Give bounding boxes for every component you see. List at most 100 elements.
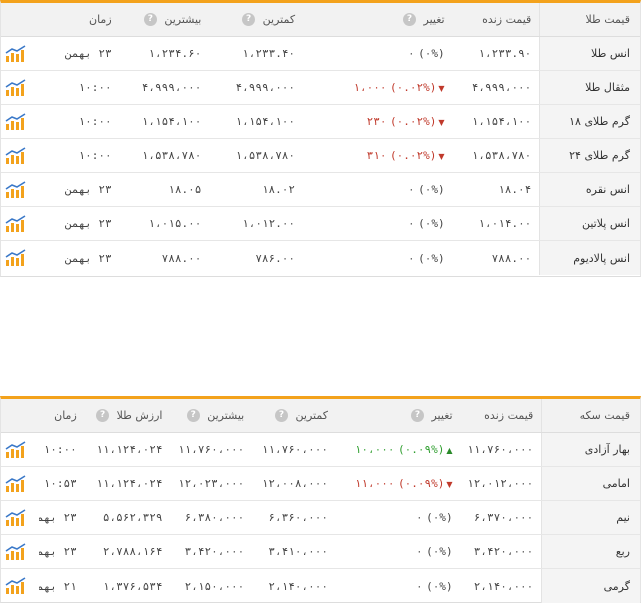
table-row[interactable]: ربع ۳،۴۲۰،۰۰۰ (۰%) ۰ ۳،۴۱۰،۰۰۰ ۳،۴۲۰،۰۰۰ ۲،۷۸… bbox=[1, 535, 640, 569]
bar-chart-icon[interactable] bbox=[1, 214, 39, 233]
change-cell: ▲(۰.۰۹%) ۱۰،۰۰۰ bbox=[336, 443, 461, 456]
change-percent: (۰.۰۲%) bbox=[390, 81, 437, 94]
live-price: ۱۱،۷۶۰،۰۰۰ bbox=[467, 443, 534, 456]
min-price: ۱۸.۰۲ bbox=[261, 183, 296, 196]
bar-chart-icon[interactable] bbox=[1, 44, 39, 63]
bar-chart-icon[interactable] bbox=[1, 112, 39, 131]
change-value: ۰ bbox=[407, 251, 415, 265]
time: ۲۳ بهمن bbox=[65, 251, 112, 265]
change-value: ۰ bbox=[407, 217, 415, 230]
bar-chart-icon[interactable] bbox=[1, 474, 39, 493]
arrow-down-icon: ▼ bbox=[438, 118, 445, 127]
bar-chart-icon[interactable] bbox=[1, 577, 39, 595]
arrow-up-icon: ▲ bbox=[446, 446, 453, 455]
row-name[interactable]: نیم bbox=[541, 501, 640, 534]
change-value: ۲۳۰ bbox=[366, 115, 387, 128]
row-name[interactable]: مثقال طلا bbox=[539, 71, 640, 104]
row-name[interactable]: انس پالادیوم bbox=[539, 241, 640, 275]
change-value: ۰ bbox=[407, 183, 415, 196]
max-price: ۴،۹۹۹،۰۰۰ bbox=[141, 81, 202, 94]
bar-chart-icon[interactable] bbox=[1, 249, 39, 267]
max-price: ۶،۳۸۰،۰۰۰ bbox=[184, 511, 245, 524]
table-row[interactable]: مثقال طلا ۴،۹۹۹،۰۰۰ ▼(۰.۰۲%) ۱،۰۰۰ ۴،۹۹۹،۰۰… bbox=[1, 71, 640, 105]
help-icon[interactable]: ? bbox=[242, 13, 256, 27]
row-name[interactable]: بهار آزادی bbox=[541, 433, 640, 466]
change-value: ۳۱۰ bbox=[366, 149, 387, 162]
time: ۱۰:۰۰ bbox=[78, 81, 112, 94]
time: ۱۰:۵۳ bbox=[43, 477, 77, 490]
bar-chart-icon[interactable] bbox=[1, 146, 39, 165]
row-name[interactable]: گرمی bbox=[541, 569, 640, 603]
table-row[interactable]: انس پالادیوم ۷۸۸.۰۰ (۰%) ۰ ۷۸۶.۰۰ ۷۸۸.۰۰ ۲۳ ب… bbox=[1, 241, 640, 275]
help-icon[interactable]: ? bbox=[143, 13, 157, 27]
bar-chart-icon[interactable] bbox=[1, 508, 39, 527]
help-icon[interactable]: ? bbox=[186, 409, 200, 423]
row-name[interactable]: گرم طلای ۱۸ bbox=[539, 105, 640, 138]
table-row[interactable]: بهار آزادی ۱۱،۷۶۰،۰۰۰ ▲(۰.۰۹%) ۱۰،۰۰۰ ۱۱،۷۶… bbox=[1, 433, 640, 467]
time: ۱۰:۰۰ bbox=[78, 115, 112, 128]
table-row[interactable]: امامی ۱۲،۰۱۲،۰۰۰ ▼(۰.۰۹%) ۱۱،۰۰۰ ۱۲،۰۰۸،۰۰۰… bbox=[1, 467, 640, 501]
min-price: ۱،۰۱۲.۰۰ bbox=[242, 217, 296, 230]
table-row[interactable]: انس پلاتین ۱،۰۱۴.۰۰ (۰%) ۰ ۱،۰۱۲.۰۰ ۱،۰۱۵.۰۰… bbox=[1, 207, 640, 241]
header-min: کمترین ? bbox=[252, 409, 336, 423]
table-row[interactable]: گرمی ۲،۱۴۰،۰۰۰ (۰%) ۰ ۲،۱۴۰،۰۰۰ ۲،۱۵۰،۰۰۰ ۱،۳… bbox=[1, 569, 640, 603]
table-row[interactable]: گرم طلای ۲۴ ۱،۵۳۸،۷۸۰ ▼(۰.۰۲%) ۳۱۰ ۱،۵۳۸،۷۸… bbox=[1, 139, 640, 173]
time: ۱۰:۰۰ bbox=[43, 443, 77, 456]
help-icon[interactable]: ? bbox=[96, 409, 110, 423]
row-name[interactable]: انس نقره bbox=[539, 173, 640, 206]
max-price: ۱۸.۰۵ bbox=[168, 183, 202, 196]
change-cell: (۰%) ۰ bbox=[303, 252, 453, 265]
table-row[interactable]: انس نقره ۱۸.۰۴ (۰%) ۰ ۱۸.۰۲ ۱۸.۰۵ ۲۳ بهمن bbox=[1, 173, 640, 207]
gold-price-table: قیمت طلا قیمت زنده تغییر ? کمترین ? بیشت… bbox=[0, 0, 641, 277]
min-price: ۴،۹۹۹،۰۰۰ bbox=[235, 81, 296, 94]
change-percent: (۰%) bbox=[426, 579, 453, 593]
min-price: ۶،۳۶۰،۰۰۰ bbox=[268, 511, 328, 524]
header-gold-price: قیمت طلا bbox=[539, 3, 640, 36]
table-row[interactable]: گرم طلای ۱۸ ۱،۱۵۴،۱۰۰ ▼(۰.۰۲%) ۲۳۰ ۱،۱۵۴،۱۰… bbox=[1, 105, 640, 139]
change-percent: (۰%) bbox=[418, 183, 445, 196]
bar-chart-icon[interactable] bbox=[1, 180, 39, 199]
live-price: ۱۸.۰۴ bbox=[498, 183, 532, 196]
row-name[interactable]: امامی bbox=[541, 467, 640, 500]
max-price: ۱،۵۳۸،۷۸۰ bbox=[141, 149, 202, 162]
help-icon[interactable]: ? bbox=[403, 13, 416, 27]
live-price: ۱،۵۳۸،۷۸۰ bbox=[471, 149, 532, 162]
row-name[interactable]: انس پلاتین bbox=[539, 207, 640, 240]
live-price: ۱،۰۱۴.۰۰ bbox=[478, 217, 532, 230]
gold-value: ۲،۷۸۸،۱۶۴ bbox=[102, 545, 163, 558]
min-price: ۱۲،۰۰۸،۰۰۰ bbox=[261, 477, 328, 490]
change-cell: ▼(۰.۰۲%) ۱،۰۰۰ bbox=[303, 81, 453, 94]
min-price: ۱۱،۷۶۰،۰۰۰ bbox=[261, 443, 328, 456]
row-name[interactable]: انس طلا bbox=[539, 37, 640, 70]
change-percent: (۰%) bbox=[426, 511, 453, 524]
table-row[interactable]: نیم ۶،۳۷۰،۰۰۰ (۰%) ۰ ۶،۳۶۰،۰۰۰ ۶،۳۸۰،۰۰۰ ۵،۵۶… bbox=[1, 501, 640, 535]
time: ۲۳ بهمن bbox=[38, 545, 77, 558]
live-price: ۱،۲۳۳.۹۰ bbox=[478, 47, 532, 60]
max-price: ۲،۱۵۰،۰۰۰ bbox=[184, 579, 245, 593]
bar-chart-icon[interactable] bbox=[1, 78, 39, 97]
live-price: ۳،۴۲۰،۰۰۰ bbox=[473, 545, 534, 558]
arrow-down-icon: ▼ bbox=[438, 152, 445, 161]
change-cell: (۰%) ۰ bbox=[303, 47, 453, 60]
live-price: ۶،۳۷۰،۰۰۰ bbox=[473, 511, 534, 524]
min-price: ۱،۵۳۸،۷۸۰ bbox=[235, 149, 296, 162]
header-gold-value: ارزش طلا ? bbox=[85, 409, 171, 423]
row-name[interactable]: گرم طلای ۲۴ bbox=[539, 139, 640, 172]
header-live-price: قیمت زنده bbox=[482, 13, 532, 26]
help-icon[interactable]: ? bbox=[410, 409, 424, 423]
table-row[interactable]: انس طلا ۱،۲۳۳.۹۰ (۰%) ۰ ۱،۲۳۳.۴۰ ۱،۲۳۴.۶۰ ۲۳ … bbox=[1, 37, 640, 71]
header-max: بیشترین ? bbox=[171, 409, 253, 423]
bar-chart-icon[interactable] bbox=[1, 440, 39, 459]
change-percent: (۰%) bbox=[426, 545, 453, 558]
time: ۲۳ بهمن bbox=[65, 217, 112, 230]
help-icon[interactable]: ? bbox=[275, 409, 289, 423]
gold-table-header: قیمت طلا قیمت زنده تغییر ? کمترین ? بیشت… bbox=[1, 3, 640, 37]
min-price: ۲،۱۴۰،۰۰۰ bbox=[268, 579, 328, 593]
header-time: زمان bbox=[89, 13, 112, 26]
gold-value: ۱۱،۱۲۴،۰۲۴ bbox=[96, 443, 163, 456]
bar-chart-icon[interactable] bbox=[1, 542, 39, 561]
header-change: تغییر ? bbox=[336, 409, 461, 423]
live-price: ۱۲،۰۱۲،۰۰۰ bbox=[467, 477, 534, 490]
row-name[interactable]: ربع bbox=[541, 535, 640, 568]
change-percent: (۰%) bbox=[418, 47, 445, 60]
